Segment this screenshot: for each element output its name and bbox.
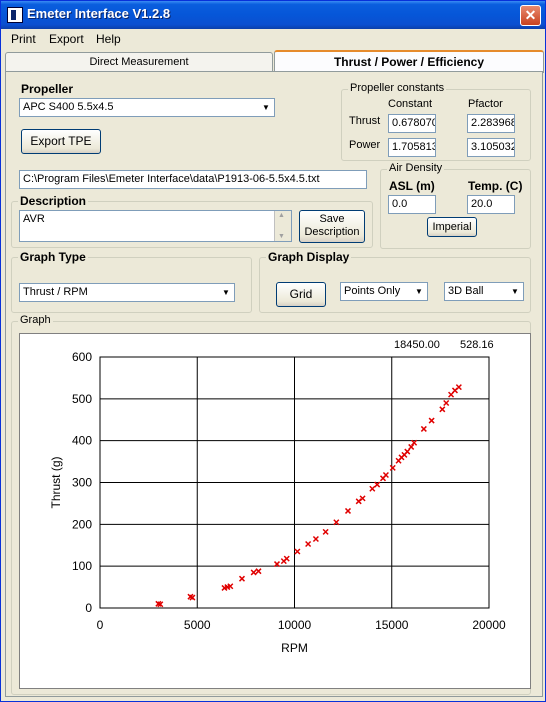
chevron-down-icon[interactable]: ▼ (411, 283, 427, 300)
thrust-row-label: Thrust (349, 115, 381, 127)
y-tick-label: 200 (72, 517, 92, 531)
y-tick-label: 400 (72, 434, 92, 448)
x-tick-label: 10000 (278, 618, 312, 632)
graph-type-value: Thrust / RPM (23, 286, 88, 298)
data-point (408, 443, 415, 450)
asl-label: ASL (m) (389, 179, 435, 193)
y-tick-label: 100 (72, 559, 92, 573)
export-tpe-button[interactable]: Export TPE (21, 129, 101, 154)
file-path-field[interactable]: C:\Program Files\Emeter Interface\data\P… (19, 170, 367, 189)
power-constant-field[interactable]: 1.705813 (388, 138, 436, 157)
chevron-down-icon[interactable]: ▼ (218, 284, 234, 301)
points-mode-value: Points Only (344, 285, 401, 297)
marker-style-value: 3D Ball (448, 285, 484, 297)
data-point (389, 464, 396, 471)
temperature-label: Temp. (C) (468, 179, 523, 193)
data-point (305, 540, 312, 548)
data-point (322, 528, 329, 535)
menu-print[interactable]: Print (11, 32, 36, 46)
data-point (382, 471, 389, 479)
data-point (294, 548, 301, 555)
tab-thrust-power-efficiency[interactable]: Thrust / Power / Efficiency (274, 50, 544, 73)
menu-bar: Print Export Help (1, 29, 545, 49)
menu-export[interactable]: Export (49, 32, 84, 46)
data-point (359, 495, 366, 502)
save-description-line2: Description (304, 226, 360, 238)
description-value: AVR (23, 213, 45, 225)
chart-area[interactable]: 0 5000 10000 15000 20000 0 100 200 300 400 500 600 R… (19, 333, 531, 689)
close-button[interactable]: ✕ (520, 5, 541, 26)
x-axis-label: RPM (281, 641, 308, 655)
chevron-down-icon[interactable]: ▼ (258, 99, 274, 116)
cursor-y-readout: 528.16 (457, 339, 515, 354)
save-description-line1: Save (319, 213, 345, 225)
save-description-button[interactable]: Save Description (299, 210, 365, 243)
graph-type-select[interactable]: Thrust / RPM ▼ (19, 283, 235, 302)
menu-help[interactable]: Help (96, 32, 121, 46)
y-tick-label: 500 (72, 392, 92, 406)
data-point (439, 406, 446, 413)
asl-field[interactable]: 0.0 (388, 195, 436, 214)
x-tick-label: 0 (97, 618, 104, 632)
propeller-select-value: APC S400 5.5x4.5 (23, 101, 114, 113)
pfactor-column-header: Pfactor (468, 98, 503, 110)
x-tick-label: 15000 (375, 618, 409, 632)
grid-button[interactable]: Grid (276, 282, 326, 307)
graph-type-label: Graph Type (18, 250, 88, 264)
propeller-select[interactable]: APC S400 5.5x4.5 ▼ (19, 98, 275, 117)
marker-style-select[interactable]: 3D Ball ▼ (444, 282, 524, 301)
imperial-button[interactable]: Imperial (427, 217, 477, 237)
graph-label: Graph (18, 314, 53, 326)
y-tick-label: 300 (72, 476, 92, 490)
x-tick-label: 20000 (472, 618, 506, 632)
title-bar[interactable]: Emeter Interface V1.2.8 ✕ (1, 1, 545, 29)
data-point (443, 399, 450, 407)
graph-display-label: Graph Display (266, 250, 352, 264)
window-title: Emeter Interface V1.2.8 (27, 6, 171, 21)
app-window: Emeter Interface V1.2.8 ✕ Print Export H… (0, 0, 546, 702)
data-point (455, 384, 462, 391)
scroll-up-icon[interactable]: ▲ (278, 212, 285, 219)
data-point (369, 485, 376, 492)
air-density-title: Air Density (387, 162, 445, 174)
propeller-label: Propeller (21, 82, 74, 96)
y-tick-label: 0 (85, 601, 92, 615)
chevron-down-icon[interactable]: ▼ (507, 283, 523, 300)
data-point (420, 425, 427, 432)
close-icon: ✕ (524, 7, 537, 23)
description-label: Description (18, 194, 89, 208)
thrust-rpm-chart: 0 5000 10000 15000 20000 0 100 200 300 400 500 600 R… (49, 350, 506, 655)
power-pfactor-field[interactable]: 3.105032 (467, 138, 515, 157)
scroll-down-icon[interactable]: ▼ (278, 233, 285, 240)
data-point (238, 575, 246, 582)
tab-direct-measurement[interactable]: Direct Measurement (5, 52, 273, 72)
propeller-constants-title: Propeller constants (348, 82, 447, 94)
constant-column-header: Constant (388, 98, 433, 110)
y-tick-label: 600 (72, 350, 92, 364)
data-point (255, 568, 262, 575)
thrust-pfactor-field[interactable]: 2.283968 (467, 114, 515, 133)
temperature-field[interactable]: 20.0 (467, 195, 515, 214)
cursor-x-readout: 18450.00 (394, 339, 449, 354)
x-tick-label: 5000 (184, 618, 211, 632)
power-row-label: Power (349, 139, 381, 151)
data-point (250, 569, 257, 576)
description-scrollbar[interactable]: ▲ ▼ (274, 211, 291, 241)
data-point (312, 535, 319, 543)
points-mode-select[interactable]: Points Only ▼ (340, 282, 428, 301)
thrust-constant-field[interactable]: 0.678070 (388, 114, 436, 133)
description-field[interactable]: AVR (19, 210, 292, 242)
data-point (283, 555, 290, 562)
y-axis-label: Thrust (g) (49, 456, 63, 508)
data-point (344, 507, 352, 514)
app-icon (7, 7, 23, 23)
data-point (428, 417, 435, 424)
